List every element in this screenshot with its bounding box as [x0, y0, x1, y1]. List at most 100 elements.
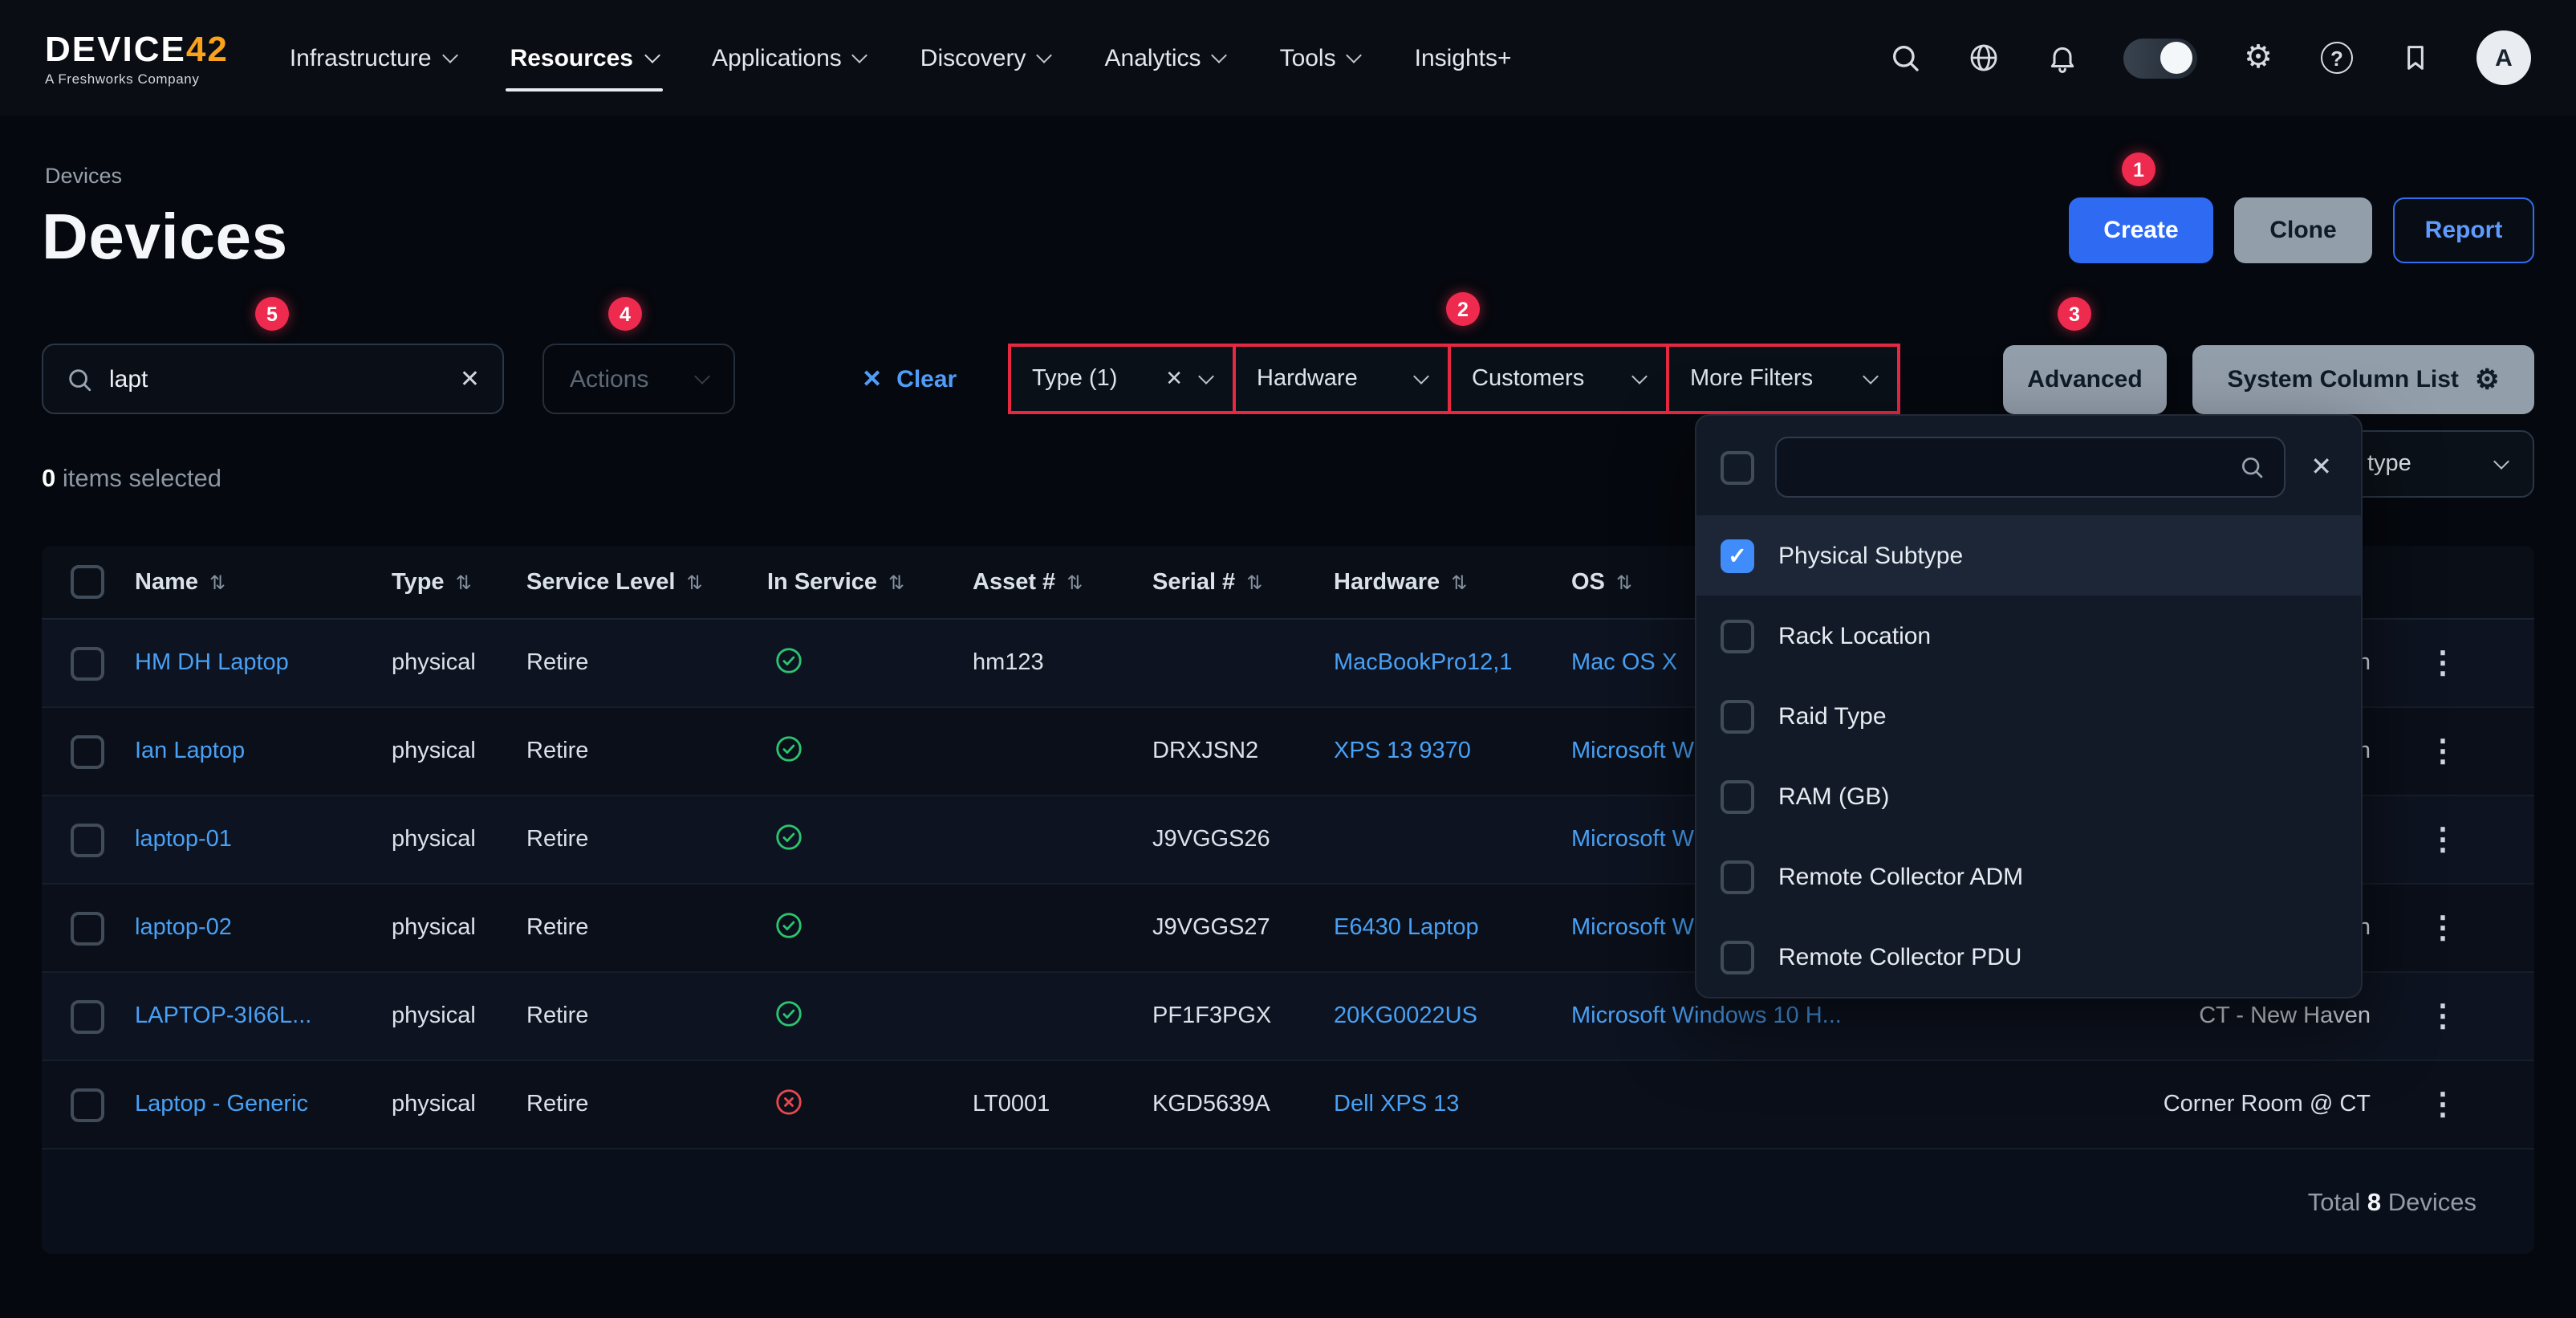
theme-toggle[interactable]: [2123, 38, 2197, 78]
row-checkbox[interactable]: [71, 999, 104, 1033]
checkbox-checked[interactable]: [1721, 539, 1754, 572]
nav-item-infrastructure[interactable]: Infrastructure: [290, 0, 456, 116]
filter-option-physical-subtype[interactable]: Physical Subtype: [1696, 515, 2361, 596]
panel-search-box[interactable]: [1775, 437, 2285, 498]
column-header-service-level[interactable]: Service Level⇅: [523, 569, 764, 595]
filter-dropdown-label: More Filters: [1690, 366, 1813, 392]
checkbox-unchecked[interactable]: [1721, 619, 1754, 653]
page-title: Devices: [42, 202, 288, 275]
device-name-link[interactable]: Laptop - Generic: [132, 1092, 388, 1117]
hardware-link[interactable]: MacBookPro12,1: [1331, 650, 1568, 676]
column-header-label: Serial #: [1152, 569, 1235, 595]
column-header-label: In Service: [767, 569, 877, 595]
checkbox-unchecked[interactable]: [1721, 699, 1754, 733]
filter-dropdown-hardware[interactable]: Hardware: [1233, 344, 1451, 414]
user-avatar[interactable]: A: [2476, 31, 2531, 85]
filter-option-rack-location[interactable]: Rack Location: [1696, 596, 2361, 676]
filter-option-remote-collector-pdu[interactable]: Remote Collector PDU: [1696, 917, 2361, 997]
clear-filters-button[interactable]: ✕ Clear: [862, 344, 957, 414]
column-header-name[interactable]: Name⇅: [132, 569, 388, 595]
filter-option-label: Remote Collector ADM: [1778, 863, 2023, 890]
row-checkbox[interactable]: [71, 1088, 104, 1121]
sort-icon[interactable]: ⇅: [209, 571, 226, 593]
device-search-box[interactable]: ✕: [42, 344, 504, 414]
os-link[interactable]: Microsoft Windows 10 H...: [1568, 1003, 1931, 1029]
report-button[interactable]: Report: [2393, 197, 2534, 263]
system-column-list-button[interactable]: System Column List ⚙: [2192, 345, 2534, 414]
chevron-down-icon: [852, 47, 868, 63]
column-filter-label: type: [2367, 451, 2411, 477]
help-icon[interactable]: ?: [2319, 40, 2355, 75]
hardware-link[interactable]: XPS 13 9370: [1331, 738, 1568, 764]
row-menu-button[interactable]: ⋮: [2428, 909, 2458, 946]
bookmark-icon[interactable]: [2398, 40, 2433, 75]
panel-select-all-checkbox[interactable]: [1721, 450, 1754, 484]
device-name-link[interactable]: Ian Laptop: [132, 738, 388, 764]
column-header-type[interactable]: Type⇅: [388, 569, 523, 595]
sort-icon[interactable]: ⇅: [1246, 571, 1262, 593]
clear-search-icon[interactable]: ✕: [460, 364, 480, 393]
breadcrumb[interactable]: Devices: [45, 164, 122, 188]
checkbox-unchecked[interactable]: [1721, 940, 1754, 974]
top-nav: DEVICE42 A Freshworks Company Infrastruc…: [0, 0, 2576, 116]
globe-icon[interactable]: [1966, 40, 2001, 75]
column-header-in-service[interactable]: In Service ⇅: [764, 569, 969, 595]
device-name-link[interactable]: laptop-02: [132, 915, 388, 941]
header-checkbox-cell: [42, 565, 132, 599]
filter-dropdown-customers[interactable]: Customers: [1448, 344, 1669, 414]
advanced-button[interactable]: Advanced: [2003, 345, 2167, 414]
row-checkbox[interactable]: [71, 911, 104, 945]
search-icon[interactable]: [1887, 40, 1923, 75]
notifications-bell-icon[interactable]: [2045, 40, 2080, 75]
filter-option-raid-type[interactable]: Raid Type: [1696, 676, 2361, 756]
create-button[interactable]: Create: [2069, 197, 2213, 263]
close-icon[interactable]: ✕: [2306, 451, 2337, 483]
column-header-serial[interactable]: Serial # ⇅: [1149, 569, 1331, 595]
column-header-asset[interactable]: Asset #⇅: [969, 569, 1149, 595]
hardware-link[interactable]: E6430 Laptop: [1331, 915, 1568, 941]
nav-item-resources[interactable]: Resources: [510, 0, 657, 116]
checkbox-unchecked[interactable]: [1721, 779, 1754, 813]
row-checkbox[interactable]: [71, 646, 104, 680]
row-checkbox[interactable]: [71, 823, 104, 856]
nav-item-insights[interactable]: Insights+: [1415, 0, 1512, 116]
checkbox-unchecked[interactable]: [1721, 860, 1754, 893]
filter-option-ram-gb[interactable]: RAM (GB): [1696, 756, 2361, 836]
device-name-link[interactable]: LAPTOP-3I66L...: [132, 1003, 388, 1029]
sort-icon[interactable]: ⇅: [686, 571, 702, 593]
device-name-link[interactable]: laptop-01: [132, 827, 388, 852]
sort-icon[interactable]: ⇅: [1451, 571, 1467, 593]
nav-item-tools[interactable]: Tools: [1280, 0, 1360, 116]
row-menu-button[interactable]: ⋮: [2428, 645, 2458, 681]
row-menu-button[interactable]: ⋮: [2428, 821, 2458, 858]
brand-logo[interactable]: DEVICE42 A Freshworks Company: [45, 30, 229, 86]
nav-item-applications[interactable]: Applications: [712, 0, 866, 116]
filter-dropdown-type-1[interactable]: Type (1)✕: [1008, 344, 1236, 414]
device-search-input[interactable]: [109, 365, 444, 393]
row-menu-button[interactable]: ⋮: [2428, 733, 2458, 770]
clear-filter-icon[interactable]: ✕: [1165, 366, 1183, 392]
nav-item-analytics[interactable]: Analytics: [1105, 0, 1225, 116]
sort-icon[interactable]: ⇅: [1616, 571, 1632, 593]
sort-icon[interactable]: ⇅: [888, 571, 904, 593]
chevron-down-icon: [1631, 368, 1648, 384]
row-menu-button[interactable]: ⋮: [2428, 998, 2458, 1035]
panel-search-input[interactable]: [1796, 454, 2225, 480]
clone-button[interactable]: Clone: [2234, 197, 2372, 263]
hardware-link[interactable]: Dell XPS 13: [1331, 1092, 1568, 1117]
sort-icon[interactable]: ⇅: [456, 571, 472, 593]
select-all-checkbox[interactable]: [71, 565, 104, 599]
row-menu-button[interactable]: ⋮: [2428, 1086, 2458, 1123]
annotation-badge-3: 3: [2058, 297, 2091, 331]
filter-option-remote-collector-adm[interactable]: Remote Collector ADM: [1696, 836, 2361, 917]
nav-item-discovery[interactable]: Discovery: [920, 0, 1050, 116]
actions-dropdown[interactable]: Actions: [542, 344, 735, 414]
column-header-hardware[interactable]: Hardware⇅: [1331, 569, 1568, 595]
row-checkbox[interactable]: [71, 734, 104, 768]
sort-icon[interactable]: ⇅: [1067, 571, 1083, 593]
device-name-link[interactable]: HM DH Laptop: [132, 650, 388, 676]
filter-dropdown-more-filters[interactable]: More Filters: [1666, 344, 1900, 414]
hardware-link[interactable]: 20KG0022US: [1331, 1003, 1568, 1029]
chevron-down-icon: [644, 47, 660, 63]
settings-gear-icon[interactable]: ⚙: [2241, 40, 2276, 75]
